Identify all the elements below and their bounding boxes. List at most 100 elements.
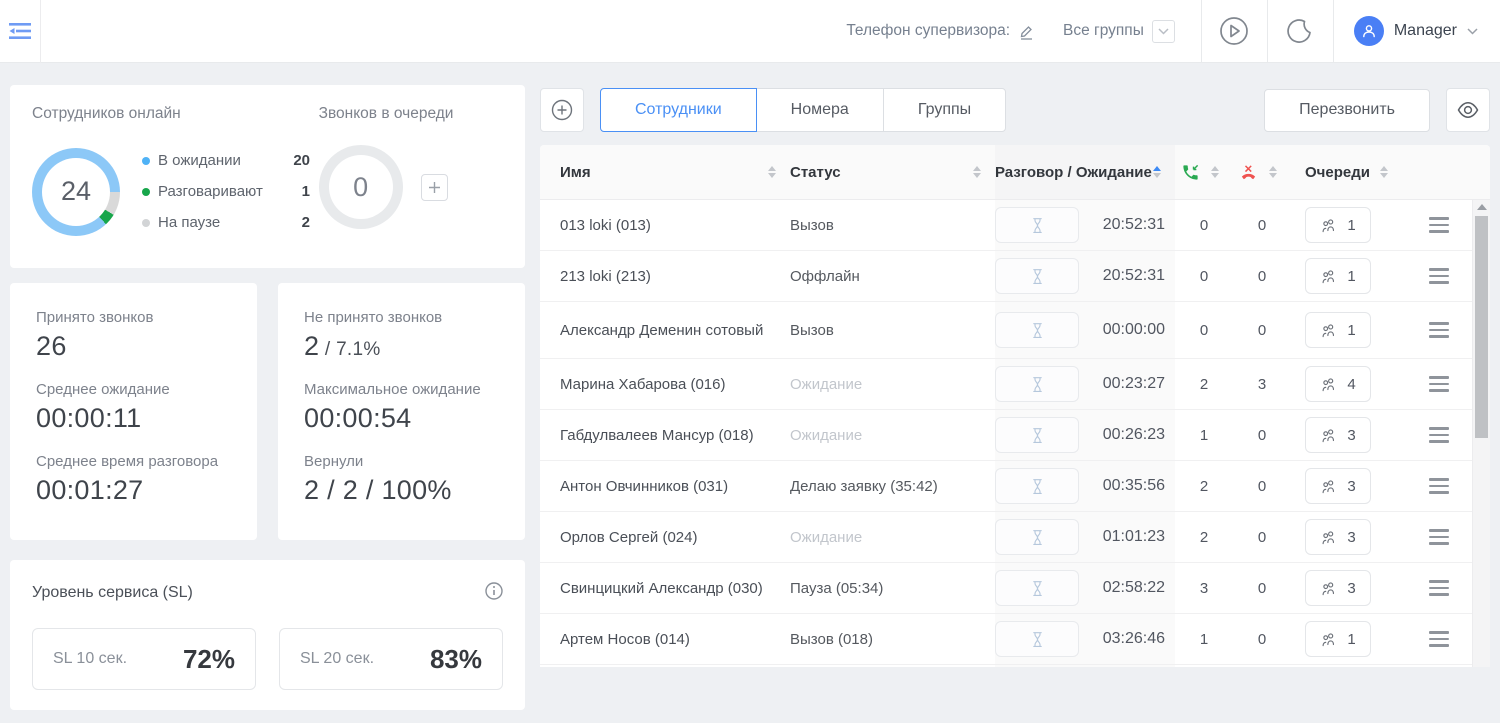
hourglass-button[interactable] — [995, 312, 1079, 348]
queues-badge[interactable]: 1 — [1305, 207, 1371, 243]
moon-icon — [1287, 18, 1313, 44]
talk-cell — [995, 251, 1095, 301]
table-row[interactable]: Сергиенко Анна (077) Ожидание 03:29:26 0… — [540, 665, 1490, 667]
column-header-name[interactable]: Имя — [560, 145, 790, 199]
column-header-status[interactable]: Статус — [790, 145, 995, 199]
queues-badge[interactable]: 1 — [1305, 312, 1371, 348]
user-menu[interactable]: Manager — [1334, 16, 1500, 46]
queues-cell: 3 — [1291, 570, 1387, 606]
sort-icon[interactable] — [1269, 166, 1277, 178]
stat-label: Принято звонков — [36, 309, 231, 326]
talk-cell — [995, 614, 1095, 664]
sort-icon[interactable] — [973, 166, 981, 178]
table-row[interactable]: Орлов Сергей (024) Ожидание 01:01:23 2 0… — [540, 512, 1490, 563]
sort-icon[interactable] — [1211, 166, 1219, 178]
table-row[interactable]: Свинцицкий Александр (030) Пауза (05:34)… — [540, 563, 1490, 614]
hourglass-button[interactable] — [995, 366, 1079, 402]
callback-button[interactable]: Перезвонить — [1264, 89, 1430, 132]
hourglass-button[interactable] — [995, 258, 1079, 294]
dark-mode-button[interactable] — [1268, 0, 1333, 63]
edit-icon — [1018, 23, 1035, 40]
chevron-down-icon — [1467, 28, 1478, 35]
stat-value: 00:00:54 — [304, 403, 499, 434]
hourglass-button[interactable] — [995, 519, 1079, 555]
queue-donut-chart: 0 — [319, 145, 403, 229]
sort-icon-active[interactable] — [1153, 166, 1161, 178]
queues-badge[interactable]: 1 — [1305, 621, 1371, 657]
queues-badge[interactable]: 4 — [1305, 366, 1371, 402]
hourglass-button[interactable] — [995, 468, 1079, 504]
answered-count: 1 — [1175, 427, 1233, 444]
missed-count: 0 — [1233, 322, 1291, 339]
table-row[interactable]: 213 loki (213) Оффлайн 20:52:31 0 0 1 — [540, 251, 1490, 302]
tab-label: Номера — [791, 101, 849, 119]
sidebar-toggle-button[interactable] — [0, 0, 41, 63]
employee-status: Ожидание — [790, 427, 995, 444]
table-row[interactable]: Марина Хабарова (016) Ожидание 00:23:27 … — [540, 359, 1490, 410]
queues-count: 3 — [1347, 478, 1355, 495]
hourglass-button[interactable] — [995, 621, 1079, 657]
groups-filter-select[interactable]: Все группы — [1063, 20, 1175, 43]
table-row[interactable]: 013 loki (013) Вызов 20:52:31 0 0 1 — [540, 200, 1490, 251]
legend-dot — [142, 188, 150, 196]
talk-wait-time: 00:23:27 — [1095, 359, 1175, 409]
row-menu-icon — [1429, 427, 1449, 443]
hourglass-button[interactable] — [995, 570, 1079, 606]
add-queue-call-button[interactable] — [421, 174, 448, 201]
table-scrollbar[interactable] — [1472, 200, 1490, 667]
sl10-box: SL 10 сек. 72% — [32, 628, 256, 690]
queues-badge[interactable]: 3 — [1305, 519, 1371, 555]
queues-cell: 1 — [1291, 258, 1387, 294]
column-header-queues[interactable]: Очереди — [1291, 145, 1387, 199]
legend-value: 2 — [302, 214, 310, 231]
sl-label: SL 10 сек. — [53, 650, 127, 668]
queues-badge[interactable]: 3 — [1305, 570, 1371, 606]
stat-label: Вернули — [304, 453, 499, 470]
column-header-talk-wait[interactable]: Разговор / Ожидание — [995, 145, 1175, 199]
hourglass-icon — [1030, 376, 1045, 393]
plus-circle-icon — [551, 99, 573, 121]
column-header-answered[interactable] — [1175, 145, 1233, 199]
stat-suffix: / 7.1% — [319, 339, 380, 360]
queues-badge[interactable]: 3 — [1305, 417, 1371, 453]
legend-label: На паузе — [158, 214, 220, 231]
sort-icon[interactable] — [1380, 166, 1388, 178]
employee-status: Вызов (018) — [790, 631, 995, 648]
missed-count: 0 — [1233, 580, 1291, 597]
row-menu-icon — [1429, 529, 1449, 545]
column-header-missed[interactable] — [1233, 145, 1291, 199]
employee-name: Орлов Сергей (024) — [560, 529, 790, 546]
table-row[interactable]: Антон Овчинников (031) Делаю заявку (35:… — [540, 461, 1490, 512]
queues-count: 3 — [1347, 529, 1355, 546]
people-icon — [1320, 427, 1337, 444]
talk-cell — [995, 665, 1095, 667]
chevron-down-icon — [1152, 20, 1175, 43]
table-row[interactable]: Артем Носов (014) Вызов (018) 03:26:46 1… — [540, 614, 1490, 665]
hourglass-button[interactable] — [995, 417, 1079, 453]
table-row[interactable]: Александр Деменин сотовый Вызов 00:00:00… — [540, 302, 1490, 359]
add-employee-button[interactable] — [540, 88, 584, 132]
table-body: 013 loki (013) Вызов 20:52:31 0 0 1 — [540, 200, 1490, 667]
tab-employees[interactable]: Сотрудники — [600, 88, 757, 132]
queues-count: 4 — [1347, 376, 1355, 393]
queues-cell: 3 — [1291, 468, 1387, 504]
scrollbar-thumb[interactable] — [1475, 216, 1488, 438]
playback-button[interactable] — [1202, 0, 1267, 63]
hourglass-button[interactable] — [995, 207, 1079, 243]
employee-status: Пауза (05:34) — [790, 580, 995, 597]
scroll-up-icon[interactable] — [1473, 200, 1490, 214]
sort-icon[interactable] — [768, 166, 776, 178]
supervisor-phone-control[interactable]: Телефон супервизора: — [846, 22, 1035, 40]
tab-numbers[interactable]: Номера — [756, 88, 884, 132]
queues-badge[interactable]: 1 — [1305, 258, 1371, 294]
hourglass-icon — [1030, 427, 1045, 444]
talk-wait-time: 00:00:00 — [1095, 302, 1175, 358]
info-icon[interactable] — [485, 582, 503, 605]
employee-name: Свинцицкий Александр (030) — [560, 580, 790, 597]
table-row[interactable]: Габдулвалеев Мансур (018) Ожидание 00:26… — [540, 410, 1490, 461]
queues-badge[interactable]: 3 — [1305, 468, 1371, 504]
tab-groups[interactable]: Группы — [883, 88, 1006, 132]
queues-cell: 4 — [1291, 366, 1387, 402]
stat-value: 2 / 2 / 100% — [304, 475, 499, 506]
visibility-button[interactable] — [1446, 88, 1490, 132]
